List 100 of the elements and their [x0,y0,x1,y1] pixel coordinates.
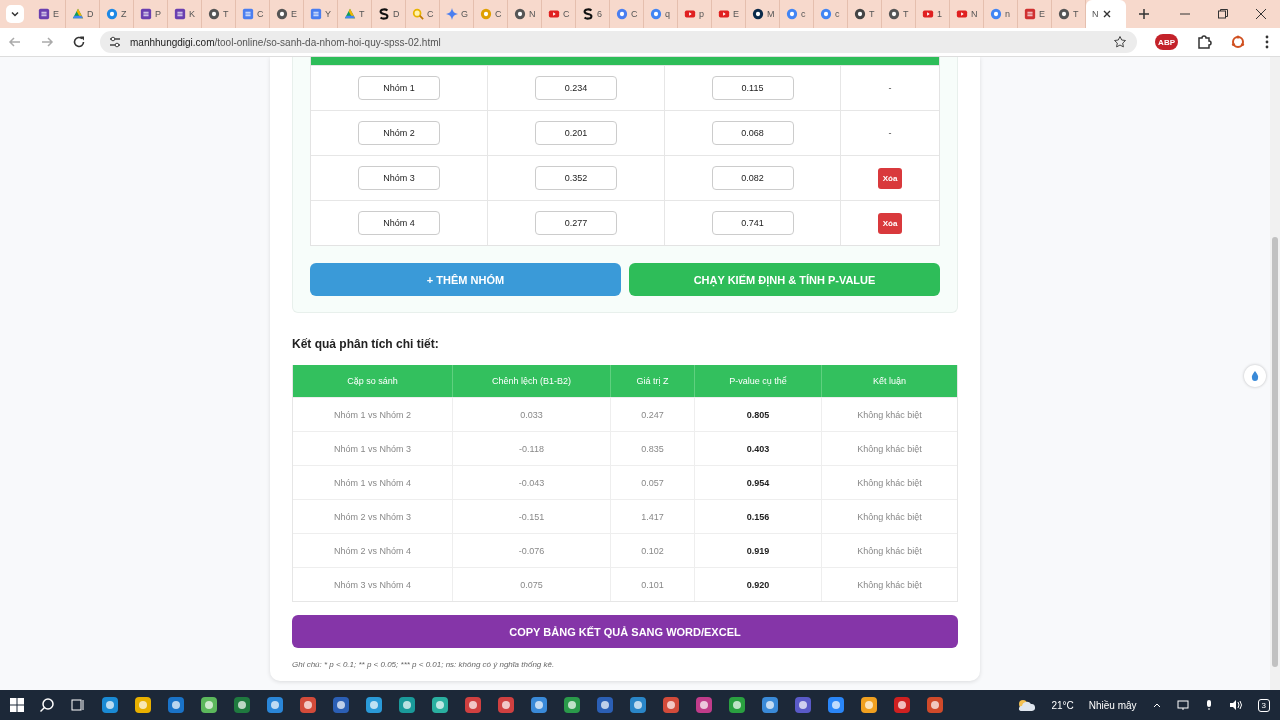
close-icon[interactable] [1101,9,1112,19]
app-icon[interactable] [629,696,647,714]
app-icon[interactable] [134,696,152,714]
adblock-badge[interactable]: ABP [1155,34,1178,50]
coefficient-field[interactable]: 0.201 [535,121,617,145]
search-icon[interactable] [39,697,55,713]
document-icon [1024,8,1036,20]
url-text: manhhungdigi.com/tool-online/so-sanh-da-nhom-hoi-quy-spss-02.html [130,36,441,48]
app-icon[interactable] [563,696,581,714]
table-cell: Không khác biệt [821,466,957,499]
std-error-field[interactable]: 0.068 [711,121,794,145]
app-icon[interactable] [827,696,845,714]
reload-icon[interactable] [72,35,86,49]
table-cell: -0.118 [452,432,610,465]
app-icon[interactable] [695,696,713,714]
table-cell: -0.076 [452,534,610,567]
app-icon[interactable] [794,696,812,714]
table-cell-text: Nhóm 2 vs Nhóm 3 [333,510,412,524]
results-heading: Kết quả phân tích chi tiết: [292,337,440,351]
document-icon [310,8,322,20]
app-icon[interactable] [860,696,878,714]
app-icon[interactable] [167,696,185,714]
app-icon[interactable] [233,696,251,714]
table-cell: Không khác biệt [821,568,957,601]
column-header: Kết luận [821,365,957,397]
new-tab-icon[interactable] [1138,8,1150,20]
app-icon[interactable] [596,696,614,714]
document-icon [140,8,152,20]
app-icon[interactable] [332,696,350,714]
triangle-icon [72,8,84,20]
coefficient-field[interactable]: 0.352 [535,166,617,190]
menu-icon[interactable] [1264,34,1270,50]
table-cell: 0.954 [694,466,821,499]
add-group-button[interactable]: + THÊM NHÓM [310,263,621,296]
group-name-field[interactable]: Nhóm 1 [358,76,440,100]
app-icon[interactable] [365,696,383,714]
app-icon[interactable] [266,696,284,714]
app-icon[interactable] [101,696,119,714]
coefficient-field[interactable]: 0.277 [535,211,617,235]
task-view-icon[interactable] [70,697,86,713]
app-icon[interactable] [497,696,515,714]
sparkle-icon [446,8,458,20]
group-name-field[interactable]: Nhóm 3 [358,166,440,190]
cloud-icon [1016,698,1037,712]
table-cell-text: Nhóm 1 vs Nhóm 3 [333,442,412,456]
delete-button[interactable]: Xóa [877,212,903,234]
windows-icon[interactable] [10,698,24,712]
table-cell-text: Nhóm 1 vs Nhóm 2 [333,408,412,422]
close-icon[interactable] [1255,8,1267,20]
delete-button[interactable]: Xóa [877,167,903,189]
app-icon[interactable] [662,696,680,714]
app-icon[interactable] [530,696,548,714]
notification-button[interactable]: 3 [1257,698,1270,712]
column-header: Chênh lệch (B1-B2) [452,365,610,397]
group-name-field[interactable]: Nhóm 2 [358,121,440,145]
column-header: P-value cụ thể [694,365,821,397]
table-cell-text: Nhóm 1 vs Nhóm 4 [333,476,412,490]
std-error-field[interactable]: 0.082 [711,166,794,190]
play-icon [548,8,560,20]
app-icon[interactable] [398,696,416,714]
app-icon[interactable] [464,696,482,714]
column-header: Giá trị Z [610,365,694,397]
app-icon[interactable] [431,696,449,714]
table-cell: 0.919 [694,534,821,567]
document-icon [242,8,254,20]
floating-drop-button[interactable] [1244,365,1266,387]
table-cell: 1.417 [610,500,694,533]
site-settings-icon[interactable] [108,35,122,49]
tab-search-button[interactable] [6,5,24,23]
coefficient-field[interactable]: 0.234 [535,76,617,100]
table-cell: 0.101 [610,568,694,601]
table-cell: 0.102 [610,534,694,567]
browser-tab[interactable]: N [1086,0,1126,28]
table-cell: 0.805 [694,398,821,431]
note-text: Ghi chú: * p < 0.1; ** p < 0.05; *** p < 0.01; ns: không có ý nghĩa thống kê. [292,660,556,669]
restore-icon[interactable] [1217,8,1229,20]
table-cell: Không khác biệt [821,432,957,465]
app-icon[interactable] [893,696,911,714]
app-icon[interactable] [200,696,218,714]
copy-results-button[interactable]: COPY BẢNG KẾT QUẢ SANG WORD/EXCEL [292,615,958,648]
network-icon[interactable] [1176,699,1189,711]
temperature-text: 21°C [1051,699,1074,711]
table-cell-text: Nhóm 3 vs Nhóm 4 [333,578,412,592]
play-icon [684,8,696,20]
table-cell: 0.920 [694,568,821,601]
std-error-field[interactable]: 0.115 [711,76,794,100]
app-icon[interactable] [761,696,779,714]
app-icon[interactable] [299,696,317,714]
speaker-icon[interactable] [1228,699,1243,711]
app-icon[interactable] [728,696,746,714]
s-logo-icon [378,8,390,20]
extension-icon[interactable] [1230,34,1246,50]
search-icon [412,8,424,20]
group-name-field[interactable]: Nhóm 4 [358,211,440,235]
puzzle-icon[interactable] [1196,34,1212,50]
address-field[interactable]: manhhungdigi.com/tool-online/so-sanh-da-nhom-hoi-quy-spss-02.html [100,31,1138,53]
drop-icon [1249,370,1261,382]
app-icon[interactable] [926,696,944,714]
star-icon[interactable] [1113,35,1128,49]
std-error-field[interactable]: 0.741 [711,211,794,235]
